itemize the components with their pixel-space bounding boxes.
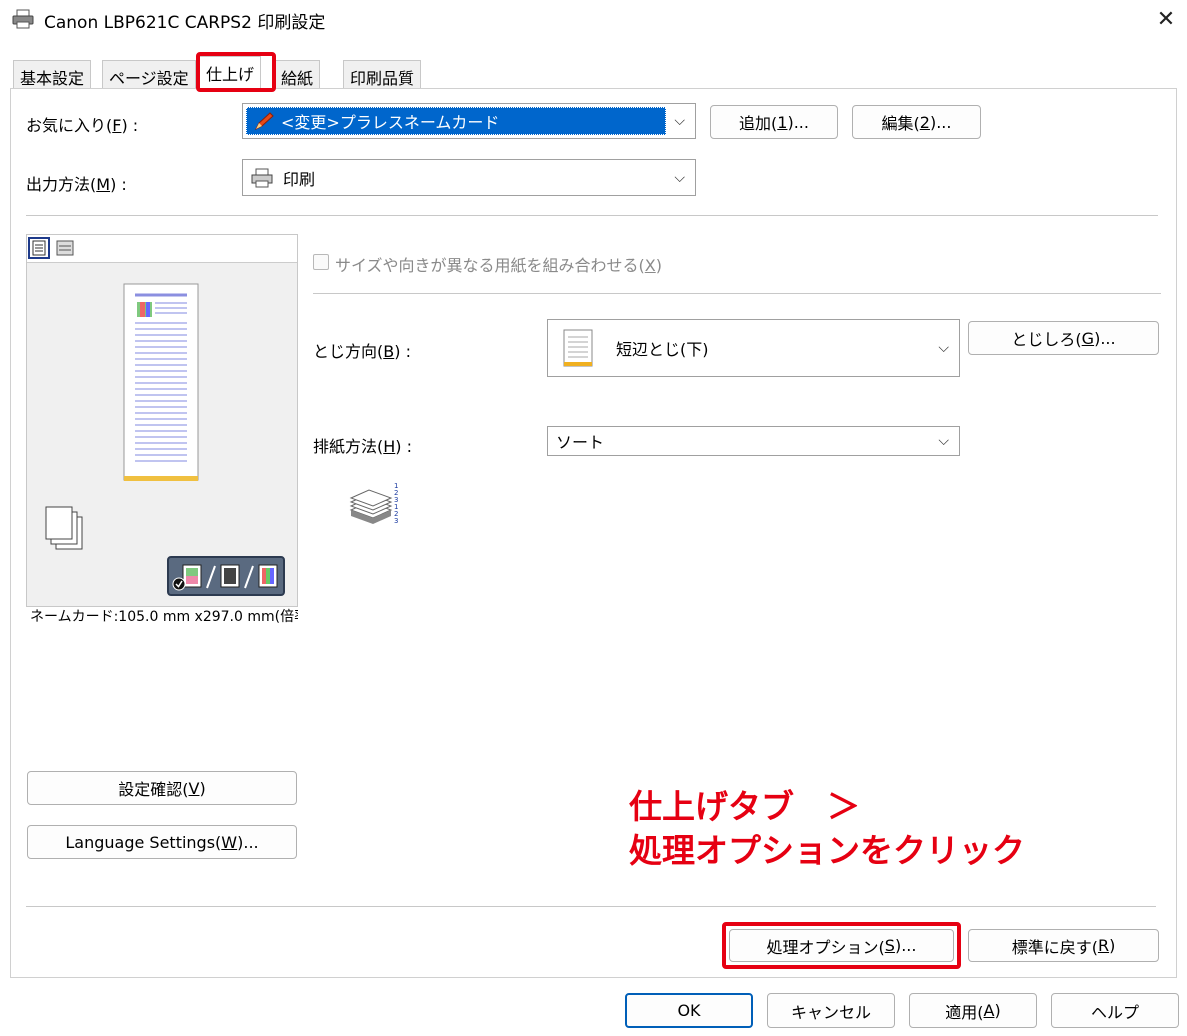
tab-label: 基本設定 <box>20 69 85 88</box>
combine-paper-label: サイズや向きが異なる用紙を組み合わせる(X) <box>335 256 662 275</box>
page-view-icon[interactable] <box>28 237 50 259</box>
printer-view-icon[interactable] <box>54 238 76 260</box>
tab-label: 印刷品質 <box>350 69 415 88</box>
output-sort-value: ソート <box>556 433 605 452</box>
paper-preview <box>123 283 199 481</box>
close-icon[interactable]: ✕ <box>1148 2 1184 36</box>
title-bar: Canon LBP621C CARPS2 印刷設定 ✕ <box>0 0 1187 40</box>
tab-label: ページ設定 <box>109 69 189 88</box>
divider <box>26 906 1156 907</box>
combine-paper-checkbox[interactable] <box>313 254 329 270</box>
restore-defaults-button[interactable]: 標準に戻す(R) <box>968 929 1159 962</box>
output-sort-dropdown[interactable]: ソート ⌵ <box>547 426 960 456</box>
cancel-button[interactable]: キャンセル <box>767 993 895 1028</box>
copies-icon <box>45 506 83 550</box>
help-button[interactable]: ヘルプ <box>1051 993 1179 1028</box>
window-title: Canon LBP621C CARPS2 印刷設定 <box>44 13 326 33</box>
svg-text:3: 3 <box>394 517 398 525</box>
binding-label: とじ方向(B) : <box>313 342 411 361</box>
tab-paper-source[interactable]: 給紙 <box>274 60 321 88</box>
annotation-line-2: 処理オプションをクリック <box>629 831 1025 870</box>
tab-page-setup[interactable]: ページ設定 <box>102 60 196 88</box>
preview-caption: ネームカード:105.0 mm x297.0 mm(倍率 <box>26 606 298 628</box>
tab-label: 給紙 <box>281 69 314 88</box>
chevron-down-icon: ⌵ <box>938 340 949 356</box>
chevron-down-icon: ⌵ <box>674 169 685 186</box>
chevron-down-icon: ⌵ <box>674 113 685 129</box>
favorites-label: お気に入り(F) : <box>26 116 139 135</box>
settings-confirm-button[interactable]: 設定確認(V) <box>27 771 297 805</box>
edit-favorite-button[interactable]: 編集(2)... <box>852 105 981 139</box>
options-highlight-box <box>722 922 961 969</box>
tab-basic[interactable]: 基本設定 <box>13 60 92 88</box>
output-method-dropdown[interactable]: 印刷 ⌵ <box>242 159 696 196</box>
binding-value: 短辺とじ(下) <box>616 340 709 359</box>
output-method-label: 出力方法(M) : <box>26 175 127 194</box>
binding-margin-button[interactable]: とじしろ(G)... <box>968 321 1159 355</box>
color-mode-switch[interactable] <box>167 556 285 596</box>
divider <box>313 293 1161 294</box>
printer-icon <box>251 168 273 187</box>
chevron-down-icon: ⌵ <box>938 433 949 449</box>
binding-page-icon <box>563 329 593 367</box>
ok-button[interactable]: OK <box>625 993 753 1028</box>
output-method-value: 印刷 <box>283 169 316 189</box>
sort-stack-icon: 123123 <box>349 482 398 525</box>
divider <box>26 215 1158 216</box>
tab-highlight-box <box>196 52 276 92</box>
add-favorite-button[interactable]: 追加(1)... <box>710 105 838 139</box>
language-settings-button[interactable]: Language Settings(W)... <box>27 825 297 859</box>
annotation-line-1: 仕上げタブ ＞ <box>629 787 860 826</box>
pencil-icon <box>254 112 274 131</box>
output-sort-label: 排紙方法(H) : <box>313 437 412 456</box>
apply-button[interactable]: 適用(A) <box>909 993 1037 1028</box>
printer-icon <box>12 9 34 29</box>
favorites-value: <変更>プラレスネームカード <box>281 113 500 132</box>
favorites-dropdown[interactable]: <変更>プラレスネームカード ⌵ <box>242 103 696 139</box>
tab-quality[interactable]: 印刷品質 <box>343 60 422 88</box>
binding-dropdown[interactable]: 短辺とじ(下) ⌵ <box>547 319 960 377</box>
